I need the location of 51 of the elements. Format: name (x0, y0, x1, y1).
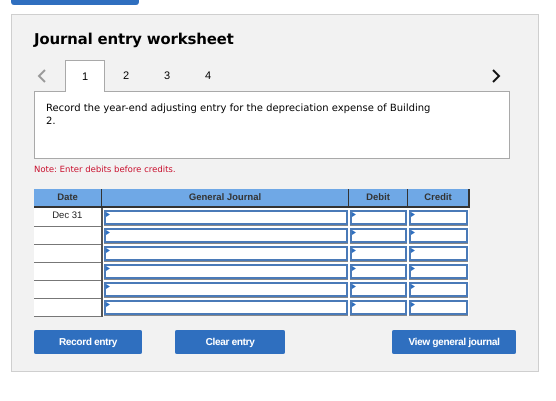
dropdown-marker-icon (106, 266, 110, 270)
note-text: Note: Enter debits before credits. (34, 165, 177, 175)
amount-field[interactable] (408, 282, 468, 296)
amount-field[interactable] (408, 264, 468, 278)
worksheet-title: Journal entry worksheet (34, 30, 235, 48)
column-header: Date (34, 189, 102, 207)
date-text: Dec 31 (52, 210, 82, 221)
view-journal-button[interactable]: View general journal (392, 330, 516, 354)
dropdown-marker-icon (410, 230, 414, 234)
account-field[interactable] (104, 264, 348, 278)
amount-field[interactable] (408, 300, 468, 314)
dropdown-marker-icon (352, 248, 356, 252)
step-tab[interactable]: 4 (188, 60, 228, 91)
clear-entry-button[interactable]: Clear entry (175, 330, 286, 354)
account-field[interactable] (104, 228, 348, 242)
dropdown-marker-icon (352, 284, 356, 288)
prompt-text: Record the year-end adjusting entry for the depreciation expense of Building 2. (46, 102, 431, 128)
account-field[interactable] (104, 210, 348, 224)
dropdown-marker-icon (352, 266, 356, 270)
amount-field[interactable] (350, 300, 406, 314)
amount-field[interactable] (350, 228, 406, 242)
amount-field[interactable] (408, 246, 468, 260)
step-tab[interactable]: 2 (106, 60, 146, 91)
amount-field[interactable] (350, 210, 406, 224)
amount-field[interactable] (350, 282, 406, 296)
dropdown-marker-icon (410, 212, 414, 216)
amount-field[interactable] (350, 246, 406, 260)
dropdown-marker-icon (106, 284, 110, 288)
dropdown-marker-icon (106, 248, 110, 252)
dropdown-marker-icon (352, 302, 356, 306)
dropdown-marker-icon (352, 212, 356, 216)
account-field[interactable] (104, 300, 348, 314)
dropdown-marker-icon (410, 248, 414, 252)
column-header: Debit (348, 189, 408, 207)
account-field[interactable] (104, 246, 348, 260)
account-field[interactable] (104, 282, 348, 296)
step-tab[interactable]: 1 (65, 60, 105, 92)
column-header: General Journal (102, 189, 348, 207)
dropdown-marker-icon (106, 302, 110, 306)
record-entry-button[interactable]: Record entry (34, 330, 142, 354)
column-header: Credit (408, 189, 469, 207)
amount-field[interactable] (408, 228, 468, 242)
dropdown-marker-icon (106, 230, 110, 234)
amount-field[interactable] (408, 210, 468, 224)
dropdown-marker-icon (410, 284, 414, 288)
dropdown-marker-icon (410, 266, 414, 270)
dropdown-marker-icon (352, 230, 356, 234)
dropdown-marker-icon (410, 302, 414, 306)
dropdown-marker-icon (106, 212, 110, 216)
amount-field[interactable] (350, 264, 406, 278)
step-tab[interactable]: 3 (147, 60, 187, 91)
